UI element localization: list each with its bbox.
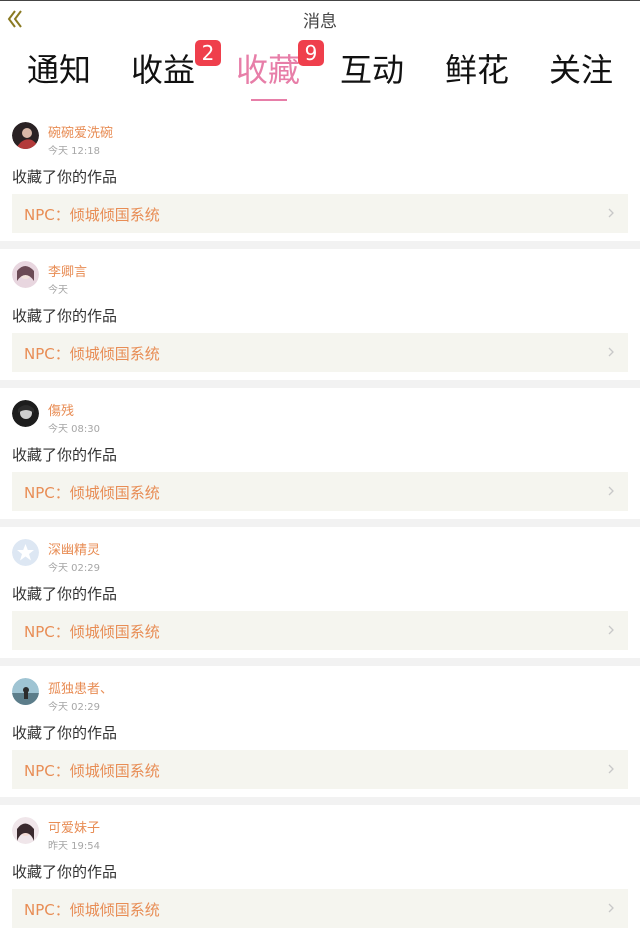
active-tab-indicator (251, 99, 287, 101)
work-title: NPC：倾城倾国系统 (24, 206, 160, 224)
work-link[interactable]: NPC：倾城倾国系统 (12, 750, 628, 789)
work-title: NPC：倾城倾国系统 (24, 484, 160, 502)
tab-follows[interactable]: 关注 (529, 50, 633, 90)
action-text: 收藏了你的作品 (12, 724, 118, 742)
tab-bar: 通知 收益 2 收藏 9 互动 鲜花 关注 (0, 36, 640, 108)
tab-label: 互动 (339, 51, 404, 89)
work-link[interactable]: NPC：倾城倾国系统 (12, 611, 628, 650)
chevron-right-icon (608, 347, 614, 357)
user-name[interactable]: 深幽精灵 (48, 539, 100, 558)
chevron-right-icon (608, 903, 614, 913)
user-name[interactable]: 孤独患者、 (48, 678, 113, 697)
avatar[interactable] (12, 122, 39, 149)
list-item: 孤独患者、 今天 02:29 收藏了你的作品 NPC：倾城倾国系统 (0, 666, 640, 805)
user-name[interactable]: 李卿言 (48, 261, 87, 280)
list-item: 李卿言 今天 收藏了你的作品 NPC：倾城倾国系统 (0, 249, 640, 388)
tab-label: 收益 (130, 51, 195, 89)
timestamp: 今天 08:30 (48, 424, 100, 435)
timestamp: 今天 02:29 (48, 702, 100, 713)
action-text: 收藏了你的作品 (12, 307, 118, 325)
user-name[interactable]: 可爱妹子 (48, 817, 100, 836)
timestamp: 今天 12:18 (48, 146, 100, 157)
user-name[interactable]: 傷残 (48, 400, 74, 419)
work-link[interactable]: NPC：倾城倾国系统 (12, 194, 628, 233)
work-title: NPC：倾城倾国系统 (24, 762, 160, 780)
avatar[interactable] (12, 400, 39, 427)
avatar[interactable] (12, 678, 39, 705)
work-link[interactable]: NPC：倾城倾国系统 (12, 472, 628, 511)
tab-label: 关注 (548, 51, 613, 89)
work-title: NPC：倾城倾国系统 (24, 901, 160, 919)
avatar[interactable] (12, 539, 39, 566)
work-link[interactable]: NPC：倾城倾国系统 (12, 889, 628, 928)
tab-interactions[interactable]: 互动 (320, 50, 424, 90)
list-item: 深幽精灵 今天 02:29 收藏了你的作品 NPC：倾城倾国系统 (0, 527, 640, 666)
notification-list: 碗碗爱洗碗 今天 12:18 收藏了你的作品 NPC：倾城倾国系统 李卿言 今天… (0, 110, 640, 941)
action-text: 收藏了你的作品 (12, 585, 118, 603)
avatar[interactable] (12, 261, 39, 288)
work-title: NPC：倾城倾国系统 (24, 345, 160, 363)
action-text: 收藏了你的作品 (12, 863, 118, 881)
tab-favorites[interactable]: 收藏 9 (216, 40, 324, 90)
work-link[interactable]: NPC：倾城倾国系统 (12, 333, 628, 372)
user-name[interactable]: 碗碗爱洗碗 (48, 122, 113, 141)
list-item: 傷残 今天 08:30 收藏了你的作品 NPC：倾城倾国系统 (0, 388, 640, 527)
timestamp: 昨天 19:54 (48, 841, 100, 852)
list-item: 碗碗爱洗碗 今天 12:18 收藏了你的作品 NPC：倾城倾国系统 (0, 110, 640, 249)
tab-label: 收藏 (235, 51, 300, 89)
list-item: 可爱妹子 昨天 19:54 收藏了你的作品 NPC：倾城倾国系统 (0, 805, 640, 941)
page-title: 消息 (303, 12, 337, 32)
tab-label: 通知 (26, 51, 91, 89)
chevron-right-icon (608, 625, 614, 635)
work-title: NPC：倾城倾国系统 (24, 623, 160, 641)
timestamp: 今天 02:29 (48, 563, 100, 574)
chevron-right-icon (608, 764, 614, 774)
chevron-right-icon (608, 486, 614, 496)
avatar[interactable] (12, 817, 39, 844)
tab-earnings[interactable]: 收益 2 (111, 40, 221, 90)
timestamp: 今天 (48, 285, 68, 296)
tab-notifications[interactable]: 通知 (7, 50, 111, 90)
tab-label: 鲜花 (444, 51, 509, 89)
chevron-right-icon (608, 208, 614, 218)
action-text: 收藏了你的作品 (12, 446, 118, 464)
top-bar: 消息 (0, 0, 640, 36)
tab-flowers[interactable]: 鲜花 (425, 50, 529, 90)
action-text: 收藏了你的作品 (12, 168, 118, 186)
